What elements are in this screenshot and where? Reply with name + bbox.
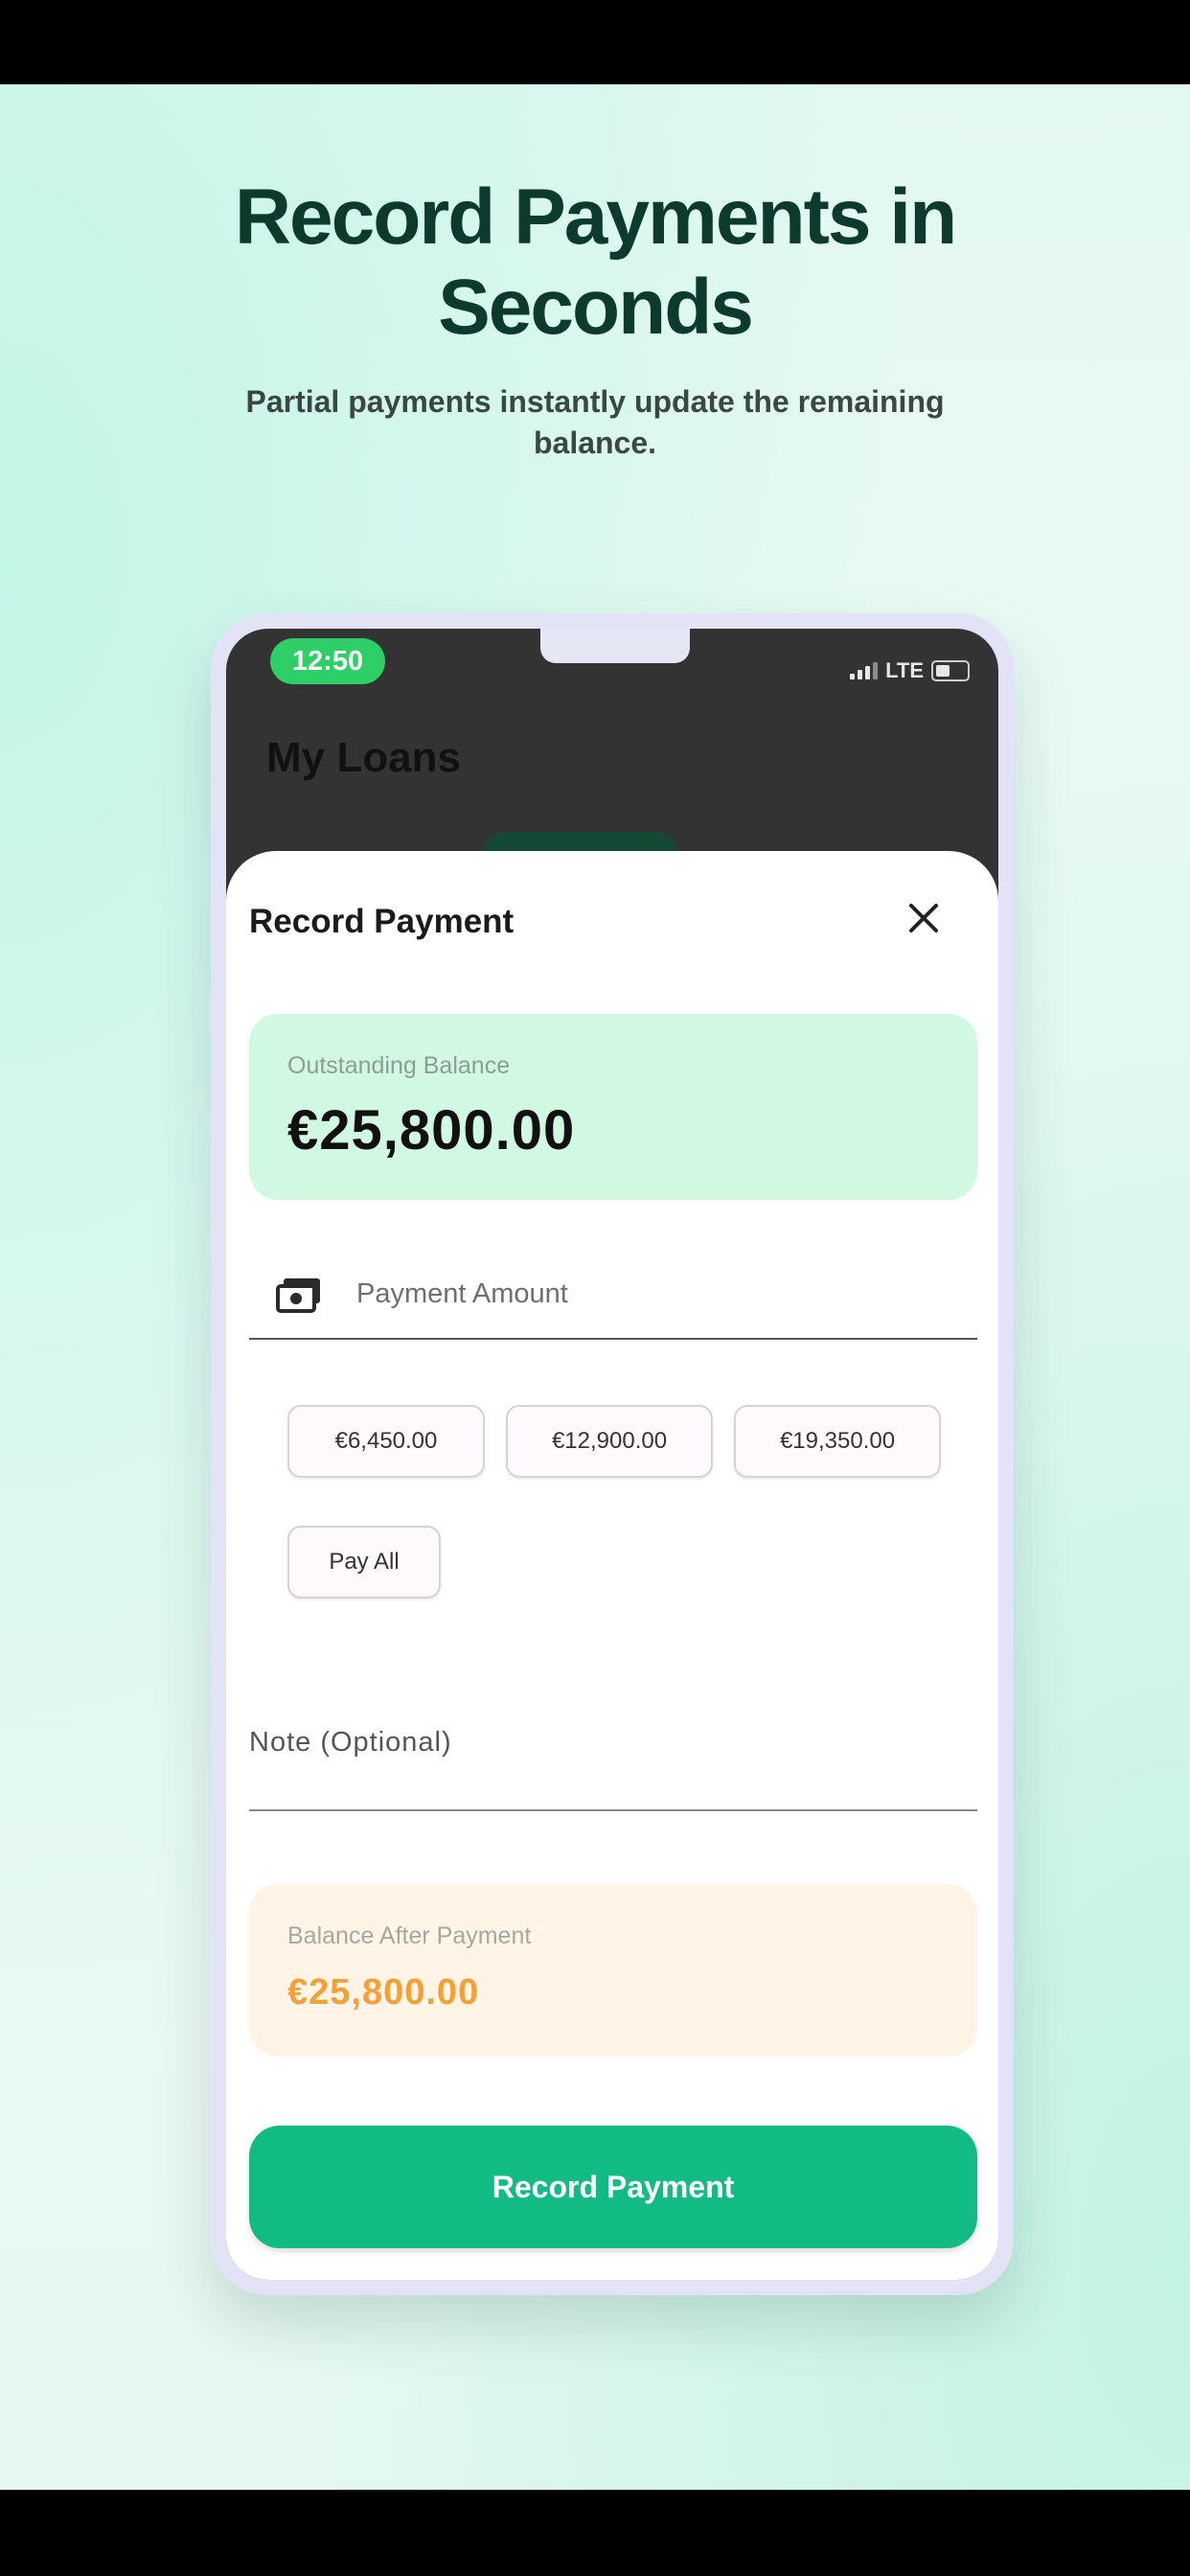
phone-frame: 12:50 LTE My Loans Record Payment Outsta… bbox=[211, 613, 1014, 2295]
quick-amount-chip-3[interactable]: €19,350.00 bbox=[734, 1405, 941, 1478]
balance-after-label: Balance After Payment bbox=[287, 1922, 532, 1949]
my-loans-title: My Loans bbox=[266, 734, 461, 781]
battery-icon bbox=[931, 660, 970, 681]
balance-after-value: €25,800.00 bbox=[287, 1972, 480, 2012]
signal-icon bbox=[850, 662, 879, 679]
promo-headline-line1: Record Payments in bbox=[234, 173, 957, 261]
status-indicators: LTE bbox=[850, 657, 970, 684]
close-button[interactable] bbox=[897, 891, 950, 945]
record-payment-button[interactable]: Record Payment bbox=[249, 2126, 977, 2248]
note-field-label[interactable]: Note (Optional) bbox=[249, 1727, 452, 1759]
outstanding-balance-label: Outstanding Balance bbox=[287, 1052, 511, 1079]
quick-amount-chip-2[interactable]: €12,900.00 bbox=[506, 1405, 713, 1478]
cash-icon bbox=[276, 1278, 320, 1313]
record-payment-sheet: Record Payment Outstanding Balance €25,8… bbox=[226, 851, 998, 2280]
balance-after-card: Balance After Payment €25,800.00 bbox=[249, 1884, 977, 2057]
promo-subhead: Partial payments instantly update the re… bbox=[245, 384, 945, 460]
payment-amount-input[interactable]: Payment Amount bbox=[249, 1254, 977, 1340]
close-icon bbox=[909, 904, 938, 932]
phone-screen: 12:50 LTE My Loans Record Payment Outsta… bbox=[226, 629, 998, 2280]
network-label: LTE bbox=[885, 658, 924, 682]
status-time: 12:50 bbox=[270, 638, 385, 684]
payment-amount-placeholder: Payment Amount bbox=[356, 1278, 568, 1309]
quick-amount-chip-1[interactable]: €6,450.00 bbox=[287, 1405, 485, 1478]
promo-headline: Record Payments in Seconds bbox=[0, 172, 1190, 353]
sheet-title: Record Payment bbox=[249, 903, 515, 940]
promo-headline-line2: Seconds bbox=[438, 264, 754, 351]
bottom-letterbox bbox=[0, 2490, 1190, 2576]
top-letterbox bbox=[0, 0, 1190, 84]
outstanding-balance-card: Outstanding Balance €25,800.00 bbox=[249, 1014, 977, 1200]
note-field-underline bbox=[249, 1809, 977, 1811]
outstanding-balance-value: €25,800.00 bbox=[287, 1099, 576, 1162]
phone-notch bbox=[540, 629, 690, 663]
pay-all-chip[interactable]: Pay All bbox=[287, 1526, 441, 1598]
